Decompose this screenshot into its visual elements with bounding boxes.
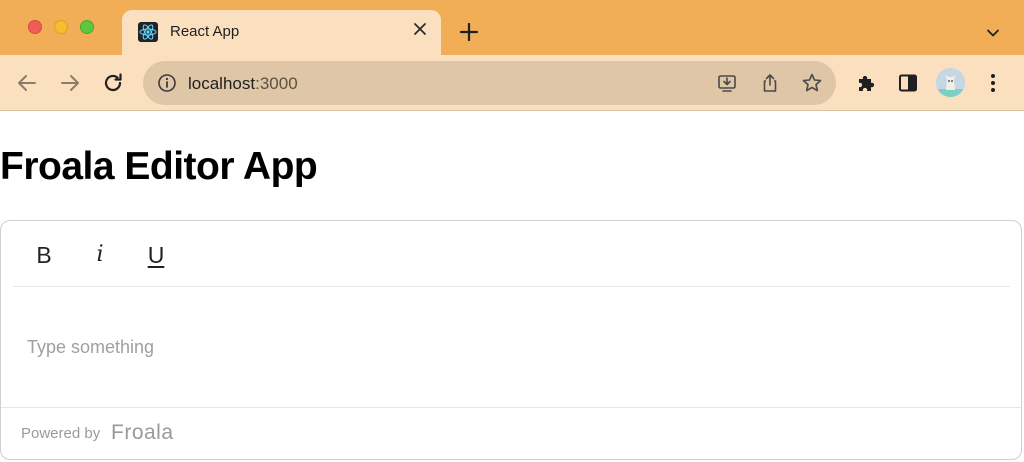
- tab-close-icon[interactable]: [413, 22, 427, 36]
- browser-tab-active[interactable]: React App: [122, 10, 441, 55]
- forward-arrow-icon[interactable]: [58, 71, 82, 95]
- url-host: localhost: [188, 74, 256, 93]
- window-minimize-button[interactable]: [54, 20, 68, 34]
- bookmark-star-icon[interactable]: [801, 72, 823, 94]
- underline-button[interactable]: U: [138, 239, 174, 271]
- profile-avatar[interactable]: [936, 68, 965, 97]
- share-icon[interactable]: [759, 72, 781, 94]
- new-tab-plus-icon[interactable]: [459, 22, 479, 42]
- editor-content-area[interactable]: Type something: [27, 337, 154, 358]
- side-panel-icon[interactable]: [897, 72, 919, 94]
- extensions-puzzle-icon[interactable]: [855, 72, 877, 94]
- react-logo-icon: [138, 22, 158, 42]
- editor-toolbar: B i U: [13, 221, 1010, 287]
- froala-brand-link[interactable]: Froala: [111, 421, 174, 445]
- rich-text-editor: B i U Type something Powered by Froala: [0, 220, 1022, 460]
- chevron-down-icon[interactable]: [986, 26, 1000, 40]
- browser-toolbar: localhost:3000: [0, 55, 1024, 111]
- page-title: Froala Editor App: [0, 145, 318, 188]
- window-close-button[interactable]: [28, 20, 42, 34]
- install-app-icon[interactable]: [716, 72, 738, 94]
- address-bar[interactable]: localhost:3000: [143, 61, 836, 105]
- window-maximize-button[interactable]: [80, 20, 94, 34]
- url-port: :3000: [255, 74, 298, 93]
- editor-footer: Powered by Froala: [1, 407, 1021, 459]
- reload-icon[interactable]: [101, 71, 125, 95]
- italic-button[interactable]: i: [82, 239, 118, 271]
- bold-button[interactable]: B: [26, 239, 62, 271]
- browser-tab-strip: React App: [0, 0, 1024, 55]
- address-url[interactable]: localhost:3000: [188, 74, 298, 94]
- site-info-icon[interactable]: [157, 73, 177, 93]
- tab-title: React App: [170, 23, 240, 40]
- powered-by-label: Powered by: [21, 425, 101, 442]
- more-options-icon[interactable]: [983, 71, 1003, 95]
- back-arrow-icon[interactable]: [15, 71, 39, 95]
